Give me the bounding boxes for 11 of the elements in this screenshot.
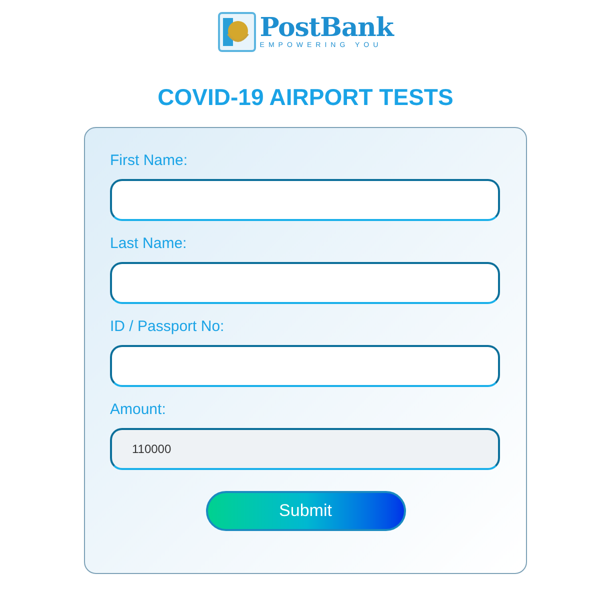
field-label: First Name: <box>110 152 189 170</box>
brand-name: PostBank <box>260 15 394 41</box>
input-field[interactable]: 110000 <box>110 428 500 470</box>
input-field[interactable] <box>110 344 500 386</box>
page-title: COVID-19 AIRPORT TESTS <box>158 83 454 112</box>
field-label: Last Name: <box>110 234 188 252</box>
input-field[interactable] <box>110 178 500 220</box>
logo-icon <box>218 12 256 52</box>
input-field[interactable] <box>110 262 500 304</box>
field-label: ID / Passport No: <box>110 318 226 336</box>
field-label: Amount: <box>110 400 167 418</box>
